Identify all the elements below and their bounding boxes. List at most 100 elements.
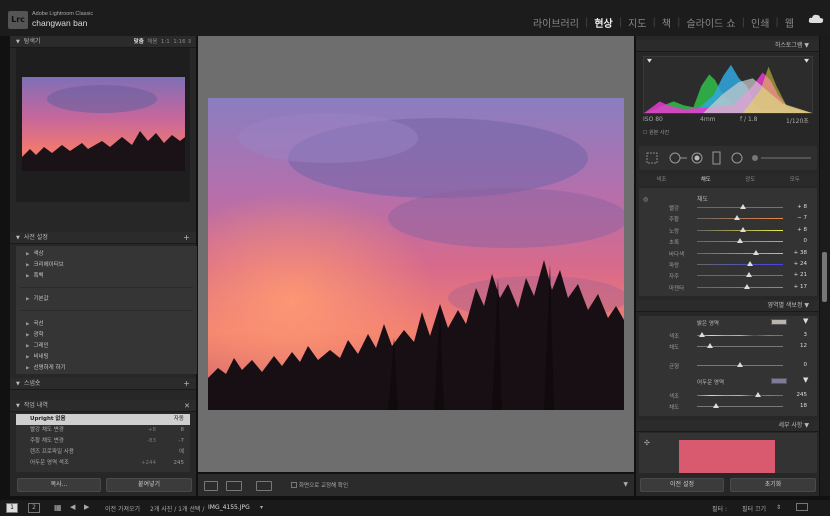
add-preset-icon[interactable]: +	[183, 232, 190, 244]
preset-folder-sharpen[interactable]: ▶ 선명하게 하기	[26, 363, 66, 371]
preset-folder-curve[interactable]: ▶ 곡선	[26, 319, 44, 327]
module-library[interactable]: 라이브러리	[527, 15, 585, 30]
tab-saturation[interactable]: 채도	[684, 174, 729, 186]
hsl-slider-value[interactable]: + 38	[794, 250, 807, 256]
hsl-slider-row[interactable]: 초록 0	[639, 236, 817, 247]
previous-settings-button[interactable]: 이전 설정	[640, 478, 724, 492]
module-map[interactable]: 지도	[622, 15, 652, 30]
presets-header[interactable]: ▼ 사전 설정 +	[10, 232, 196, 244]
hsl-slider-row[interactable]: 자주 + 21	[639, 270, 817, 281]
preset-folder-vignette[interactable]: ▶ 비네팅	[26, 352, 49, 360]
module-print[interactable]: 인쇄	[745, 15, 775, 30]
histogram-header[interactable]: 히스토그램 ▼	[636, 40, 819, 52]
hsl-slider-value[interactable]: + 17	[794, 284, 807, 290]
hsl-slider-knob[interactable]	[753, 249, 760, 255]
hsl-slider-row[interactable]: 노랑 + 8	[639, 225, 817, 236]
module-develop[interactable]: 현상	[588, 15, 618, 30]
history-row[interactable]: 렌즈 프로파일 사용 예	[16, 447, 190, 458]
split-toning-header[interactable]: 영역별 색보정 ▼	[636, 300, 819, 312]
hsl-slider-row[interactable]: 바다색 + 38	[639, 248, 817, 259]
clear-history-icon[interactable]: ✕	[184, 400, 190, 412]
crop-icon[interactable]	[646, 152, 658, 164]
hsl-slider-track[interactable]	[697, 286, 783, 288]
hsl-slider-knob[interactable]	[745, 272, 752, 278]
graduated-filter-icon[interactable]	[712, 151, 721, 165]
hsl-slider-value[interactable]: + 8	[797, 227, 807, 233]
zoom-1-1[interactable]: 1:1	[161, 39, 170, 45]
spot-removal-icon[interactable]	[669, 152, 687, 164]
history-header[interactable]: ▼ 작업 내역 ✕	[10, 400, 196, 412]
original-photo-toggle[interactable]: ☐ 원본 사진	[643, 129, 669, 136]
hsl-slider-knob[interactable]	[743, 283, 750, 289]
hsl-slider-value[interactable]: + 24	[794, 261, 807, 267]
module-book[interactable]: 책	[656, 15, 677, 30]
hsl-slider-knob[interactable]	[737, 238, 743, 244]
tab-hue[interactable]: 색조	[639, 174, 684, 186]
zoom-fit[interactable]: 맞춤	[134, 39, 144, 45]
zoom-1-16[interactable]: 1:16	[173, 39, 185, 45]
preset-folder-bw[interactable]: ▶ 흑백	[26, 271, 44, 279]
histogram-chart[interactable]	[643, 56, 813, 114]
shadows-saturation-slider[interactable]: 채도 18	[639, 401, 817, 412]
softproof-checkbox[interactable]	[291, 482, 297, 488]
shadows-collapse-icon[interactable]: ▼	[803, 376, 808, 384]
cloud-icon[interactable]	[808, 14, 824, 24]
tab-luminance[interactable]: 광도	[728, 174, 773, 186]
highlights-saturation-slider[interactable]: 채도 12	[639, 341, 817, 352]
hsl-slider-track[interactable]	[697, 252, 783, 254]
scrollbar-thumb[interactable]	[822, 252, 827, 302]
preset-folder-optics[interactable]: ▶ 광학	[26, 330, 44, 338]
history-row[interactable]: 어두운 영역 색조 +244 245	[16, 458, 190, 469]
detail-preview[interactable]	[679, 440, 775, 473]
hsl-slider-value[interactable]: 0	[804, 238, 808, 244]
main-photo[interactable]	[208, 98, 624, 410]
module-slideshow[interactable]: 슬라이드 쇼	[680, 15, 741, 30]
compare-button[interactable]	[256, 481, 272, 491]
toolbar-menu-icon[interactable]: ▼	[623, 481, 628, 488]
zoom-fill[interactable]: 채움	[147, 39, 157, 45]
preset-folder-color[interactable]: ▶ 색상	[26, 249, 44, 257]
history-row[interactable]: 주황 채도 변경 -83 -7	[16, 436, 190, 447]
preset-folder-grain[interactable]: ▶ 그레인	[26, 341, 49, 349]
tab-all[interactable]: 모두	[773, 174, 818, 186]
paste-settings-button[interactable]: 붙여넣기	[106, 478, 192, 492]
reset-button[interactable]: 초기화	[730, 478, 816, 492]
before-after-button[interactable]	[226, 481, 242, 491]
copy-settings-button[interactable]: 복사...	[17, 478, 101, 492]
hsl-slider-value[interactable]: − 7	[797, 215, 807, 221]
module-web[interactable]: 웹	[779, 15, 800, 30]
preset-folder-creative[interactable]: ▶ 크리에이티브	[26, 260, 64, 268]
highlights-collapse-icon[interactable]: ▼	[803, 317, 808, 325]
hsl-slider-track[interactable]	[697, 275, 783, 277]
hsl-slider-track[interactable]	[697, 218, 783, 220]
hsl-slider-value[interactable]: + 8	[797, 204, 807, 210]
hsl-slider-track[interactable]	[697, 264, 783, 265]
hsl-slider-value[interactable]: + 21	[794, 272, 807, 278]
history-row[interactable]: 빨강 채도 변경 +8 8	[16, 425, 190, 436]
filter-dropdown[interactable]: 필터 끄기	[742, 504, 766, 513]
navigator-header[interactable]: ▼ 탐색기 맞춤 채움 1:1 1:16 ⇕	[10, 36, 196, 48]
hsl-slider-knob[interactable]	[740, 204, 747, 209]
filter-dropdown-icon[interactable]: ⇕	[776, 504, 781, 511]
detail-header[interactable]: 세부 사항 ▼	[636, 420, 819, 432]
shadows-color-swatch[interactable]	[771, 378, 787, 384]
loupe-view-button[interactable]	[204, 481, 218, 491]
hsl-slider-row[interactable]: 마젠타 + 17	[639, 282, 817, 293]
grid-icon[interactable]: ▦	[54, 503, 62, 512]
balance-slider[interactable]: 균형 0	[639, 360, 817, 371]
current-filename[interactable]: IMG_4155.JPG	[208, 504, 250, 511]
window-2-button[interactable]: 2	[28, 503, 40, 513]
preset-folder-default[interactable]: ▶ 기본값	[26, 294, 49, 302]
filter-lock-icon[interactable]	[796, 503, 808, 511]
add-snapshot-icon[interactable]: +	[183, 378, 190, 390]
hsl-slider-knob[interactable]	[733, 215, 740, 221]
shadows-hue-slider[interactable]: 색조 245	[639, 390, 817, 401]
highlights-hue-slider[interactable]: 색조 3	[639, 330, 817, 341]
forward-arrow-icon[interactable]: ▶	[84, 503, 89, 511]
window-1-button[interactable]: 1	[6, 503, 18, 513]
hsl-slider-knob[interactable]	[740, 226, 747, 232]
back-arrow-icon[interactable]: ◀	[70, 503, 75, 511]
detail-target-icon[interactable]: ✣	[644, 439, 650, 447]
snapshots-header[interactable]: ▼ 스냅숏 +	[10, 378, 196, 390]
hsl-slider-row[interactable]: 파랑 + 24	[639, 259, 817, 270]
